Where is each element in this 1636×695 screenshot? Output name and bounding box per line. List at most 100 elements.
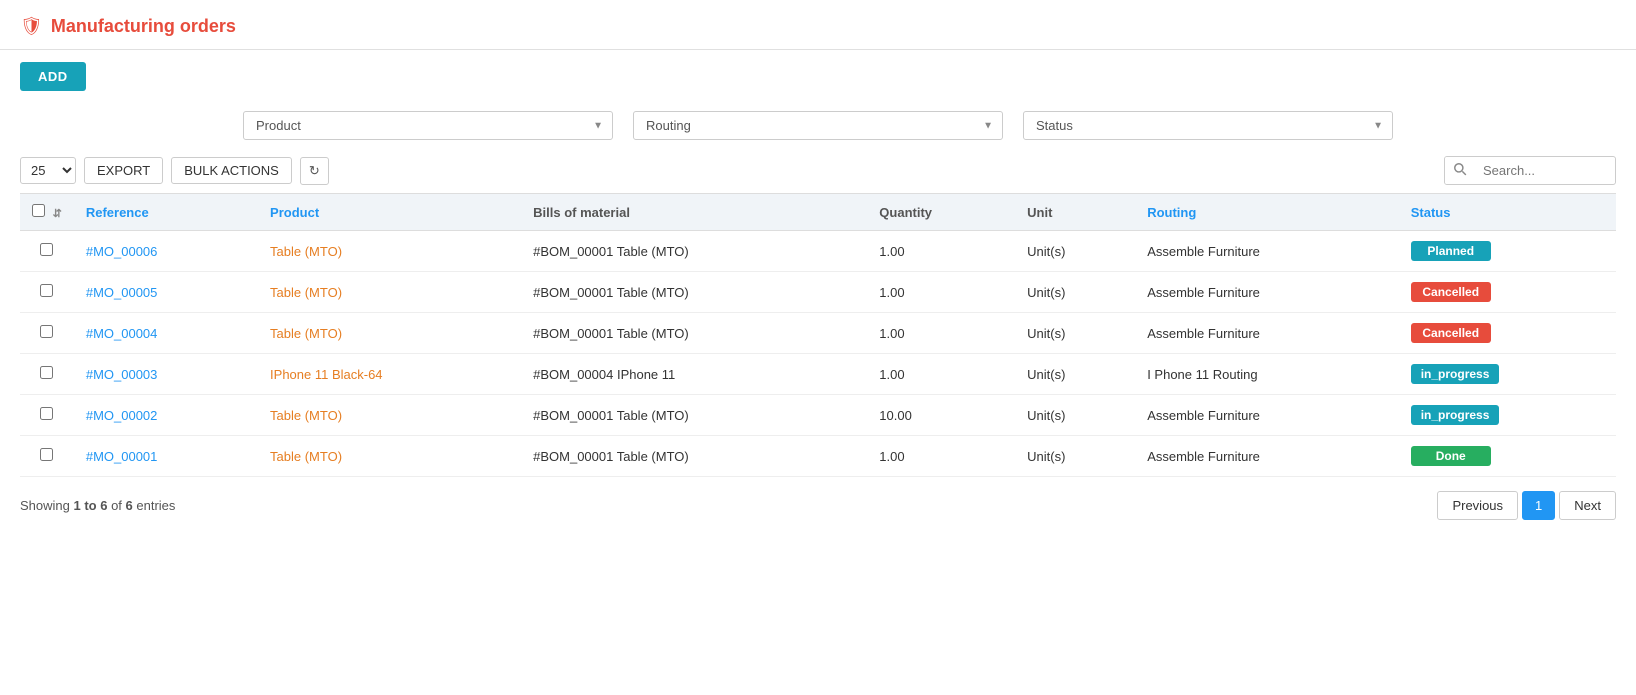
row-checkbox-cell	[20, 354, 74, 395]
cell-bom: #BOM_00001 Table (MTO)	[521, 313, 867, 354]
select-all-checkbox[interactable]	[32, 204, 45, 217]
showing-total: 6	[126, 498, 133, 513]
cell-product: Table (MTO)	[258, 436, 521, 477]
cell-routing: Assemble Furniture	[1135, 436, 1399, 477]
cell-unit: Unit(s)	[1015, 272, 1135, 313]
cell-status: Planned	[1399, 231, 1616, 272]
add-button[interactable]: ADD	[20, 62, 86, 91]
table-row: #MO_00006 Table (MTO) #BOM_00001 Table (…	[20, 231, 1616, 272]
per-page-wrap: 25 50 100	[20, 157, 76, 184]
cell-routing: Assemble Furniture	[1135, 231, 1399, 272]
product-link[interactable]: Table (MTO)	[270, 285, 342, 300]
cell-unit: Unit(s)	[1015, 395, 1135, 436]
manufacturing-orders-table: ⇵ Reference Product Bills of material Qu…	[20, 193, 1616, 477]
row-checkbox-cell	[20, 272, 74, 313]
refresh-button[interactable]: ↻	[300, 157, 329, 185]
search-input[interactable]	[1475, 158, 1615, 183]
row-checkbox-1[interactable]	[40, 284, 53, 297]
reference-link[interactable]: #MO_00005	[86, 285, 158, 300]
cell-routing: Assemble Furniture	[1135, 313, 1399, 354]
row-checkbox-3[interactable]	[40, 366, 53, 379]
status-filter[interactable]: Status	[1023, 111, 1393, 140]
cell-quantity: 1.00	[867, 313, 1015, 354]
cell-unit: Unit(s)	[1015, 436, 1135, 477]
status-badge: Planned	[1411, 241, 1491, 261]
table-row: #MO_00002 Table (MTO) #BOM_00001 Table (…	[20, 395, 1616, 436]
cell-reference: #MO_00006	[74, 231, 258, 272]
routing-filter[interactable]: Routing	[633, 111, 1003, 140]
row-checkbox-0[interactable]	[40, 243, 53, 256]
product-link[interactable]: Table (MTO)	[270, 244, 342, 259]
table-wrap: ⇵ Reference Product Bills of material Qu…	[0, 193, 1636, 477]
page-title: Manufacturing orders	[51, 16, 236, 37]
cell-status: Cancelled	[1399, 272, 1616, 313]
col-bom: Bills of material	[521, 194, 867, 231]
reference-link[interactable]: #MO_00006	[86, 244, 158, 259]
col-routing: Routing	[1135, 194, 1399, 231]
actions-row: 25 50 100 EXPORT BULK ACTIONS ↻	[0, 148, 1636, 193]
cell-reference: #MO_00001	[74, 436, 258, 477]
table-row: #MO_00003 IPhone 11 Black-64 #BOM_00004 …	[20, 354, 1616, 395]
row-checkbox-4[interactable]	[40, 407, 53, 420]
status-badge: Cancelled	[1411, 282, 1491, 302]
cell-status: in_progress	[1399, 354, 1616, 395]
previous-button[interactable]: Previous	[1437, 491, 1518, 520]
cell-unit: Unit(s)	[1015, 231, 1135, 272]
product-link[interactable]: IPhone 11 Black-64	[270, 367, 383, 382]
per-page-select[interactable]: 25 50 100	[20, 157, 76, 184]
reference-link[interactable]: #MO_00002	[86, 408, 158, 423]
cell-product: Table (MTO)	[258, 231, 521, 272]
filter-row: Product Routing Status	[0, 103, 1636, 148]
cell-bom: #BOM_00001 Table (MTO)	[521, 436, 867, 477]
status-badge: Cancelled	[1411, 323, 1491, 343]
cell-status: Cancelled	[1399, 313, 1616, 354]
cell-reference: #MO_00002	[74, 395, 258, 436]
reference-link[interactable]: #MO_00004	[86, 326, 158, 341]
row-checkbox-2[interactable]	[40, 325, 53, 338]
reference-link[interactable]: #MO_00001	[86, 449, 158, 464]
reference-link[interactable]: #MO_00003	[86, 367, 158, 382]
cell-unit: Unit(s)	[1015, 354, 1135, 395]
product-link[interactable]: Table (MTO)	[270, 326, 342, 341]
next-button[interactable]: Next	[1559, 491, 1616, 520]
cell-product: Table (MTO)	[258, 313, 521, 354]
page-header: 🛡 Manufacturing orders	[0, 0, 1636, 50]
search-icon-button[interactable]	[1445, 157, 1475, 184]
cell-bom: #BOM_00001 Table (MTO)	[521, 231, 867, 272]
row-checkbox-5[interactable]	[40, 448, 53, 461]
cell-quantity: 10.00	[867, 395, 1015, 436]
export-button[interactable]: EXPORT	[84, 157, 163, 184]
product-link[interactable]: Table (MTO)	[270, 408, 342, 423]
row-checkbox-cell	[20, 231, 74, 272]
bulk-actions-button[interactable]: BULK ACTIONS	[171, 157, 292, 184]
status-badge: in_progress	[1411, 364, 1500, 384]
table-body: #MO_00006 Table (MTO) #BOM_00001 Table (…	[20, 231, 1616, 477]
col-reference: Reference	[74, 194, 258, 231]
cell-quantity: 1.00	[867, 231, 1015, 272]
row-checkbox-cell	[20, 436, 74, 477]
cell-quantity: 1.00	[867, 354, 1015, 395]
search-icon	[1453, 162, 1467, 176]
cell-reference: #MO_00004	[74, 313, 258, 354]
cell-reference: #MO_00003	[74, 354, 258, 395]
cell-quantity: 1.00	[867, 272, 1015, 313]
toolbar: ADD	[0, 50, 1636, 103]
table-row: #MO_00005 Table (MTO) #BOM_00001 Table (…	[20, 272, 1616, 313]
cell-unit: Unit(s)	[1015, 313, 1135, 354]
shield-icon: 🛡	[20, 16, 43, 37]
footer-row: Showing 1 to 6 of 6 entries Previous 1 N…	[0, 477, 1636, 534]
cell-quantity: 1.00	[867, 436, 1015, 477]
cell-product: Table (MTO)	[258, 272, 521, 313]
cell-status: in_progress	[1399, 395, 1616, 436]
product-filter[interactable]: Product	[243, 111, 613, 140]
product-link[interactable]: Table (MTO)	[270, 449, 342, 464]
status-badge: Done	[1411, 446, 1491, 466]
showing-range: 1 to 6	[73, 498, 107, 513]
page-1-button[interactable]: 1	[1522, 491, 1555, 520]
col-unit: Unit	[1015, 194, 1135, 231]
cell-bom: #BOM_00001 Table (MTO)	[521, 272, 867, 313]
sort-icon: ⇵	[53, 208, 62, 220]
cell-routing: Assemble Furniture	[1135, 395, 1399, 436]
table-row: #MO_00001 Table (MTO) #BOM_00001 Table (…	[20, 436, 1616, 477]
cell-product: IPhone 11 Black-64	[258, 354, 521, 395]
